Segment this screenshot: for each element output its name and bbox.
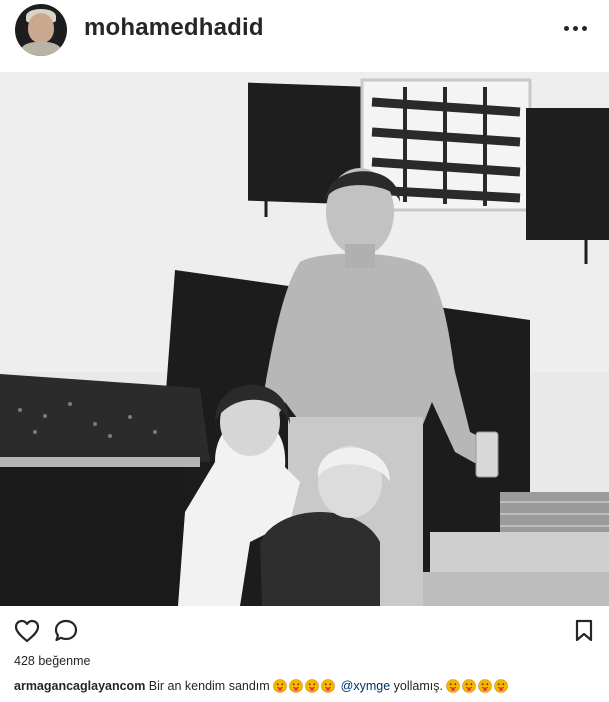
emoji-group-before (273, 679, 337, 693)
caption-text: Bir an kendim sandım (148, 679, 270, 693)
bookmark-icon[interactable] (574, 619, 594, 648)
tongue-face-emoji-icon (289, 679, 303, 693)
post-actions-bar (0, 606, 609, 654)
post-photo[interactable] (0, 72, 609, 606)
caption-text-after: yollamış. (393, 679, 443, 693)
caption-username[interactable]: armagancaglayancom (14, 679, 145, 693)
post-header: mohamedhadid (0, 0, 609, 72)
comment-icon[interactable] (54, 619, 80, 648)
tongue-face-emoji-icon (478, 679, 493, 693)
tongue-face-emoji-icon (494, 679, 509, 693)
tongue-face-emoji-icon (446, 679, 461, 693)
avatar[interactable] (15, 4, 67, 56)
post-photo-image (0, 72, 609, 606)
tongue-face-emoji-icon (273, 679, 287, 693)
tongue-face-emoji-icon (462, 679, 477, 693)
caption-mention-link[interactable]: @xymge (341, 679, 391, 693)
likes-count[interactable]: 428 beğenme (14, 654, 90, 668)
tongue-face-emoji-icon (305, 679, 319, 693)
tongue-face-emoji-icon (321, 679, 335, 693)
more-options-icon[interactable] (564, 18, 588, 38)
post-author-username[interactable]: mohamedhadid (84, 14, 264, 42)
emoji-group-after (446, 679, 510, 693)
heart-icon[interactable] (14, 619, 40, 648)
post-caption: armagancaglayancom Bir an kendim sandım … (14, 679, 604, 693)
